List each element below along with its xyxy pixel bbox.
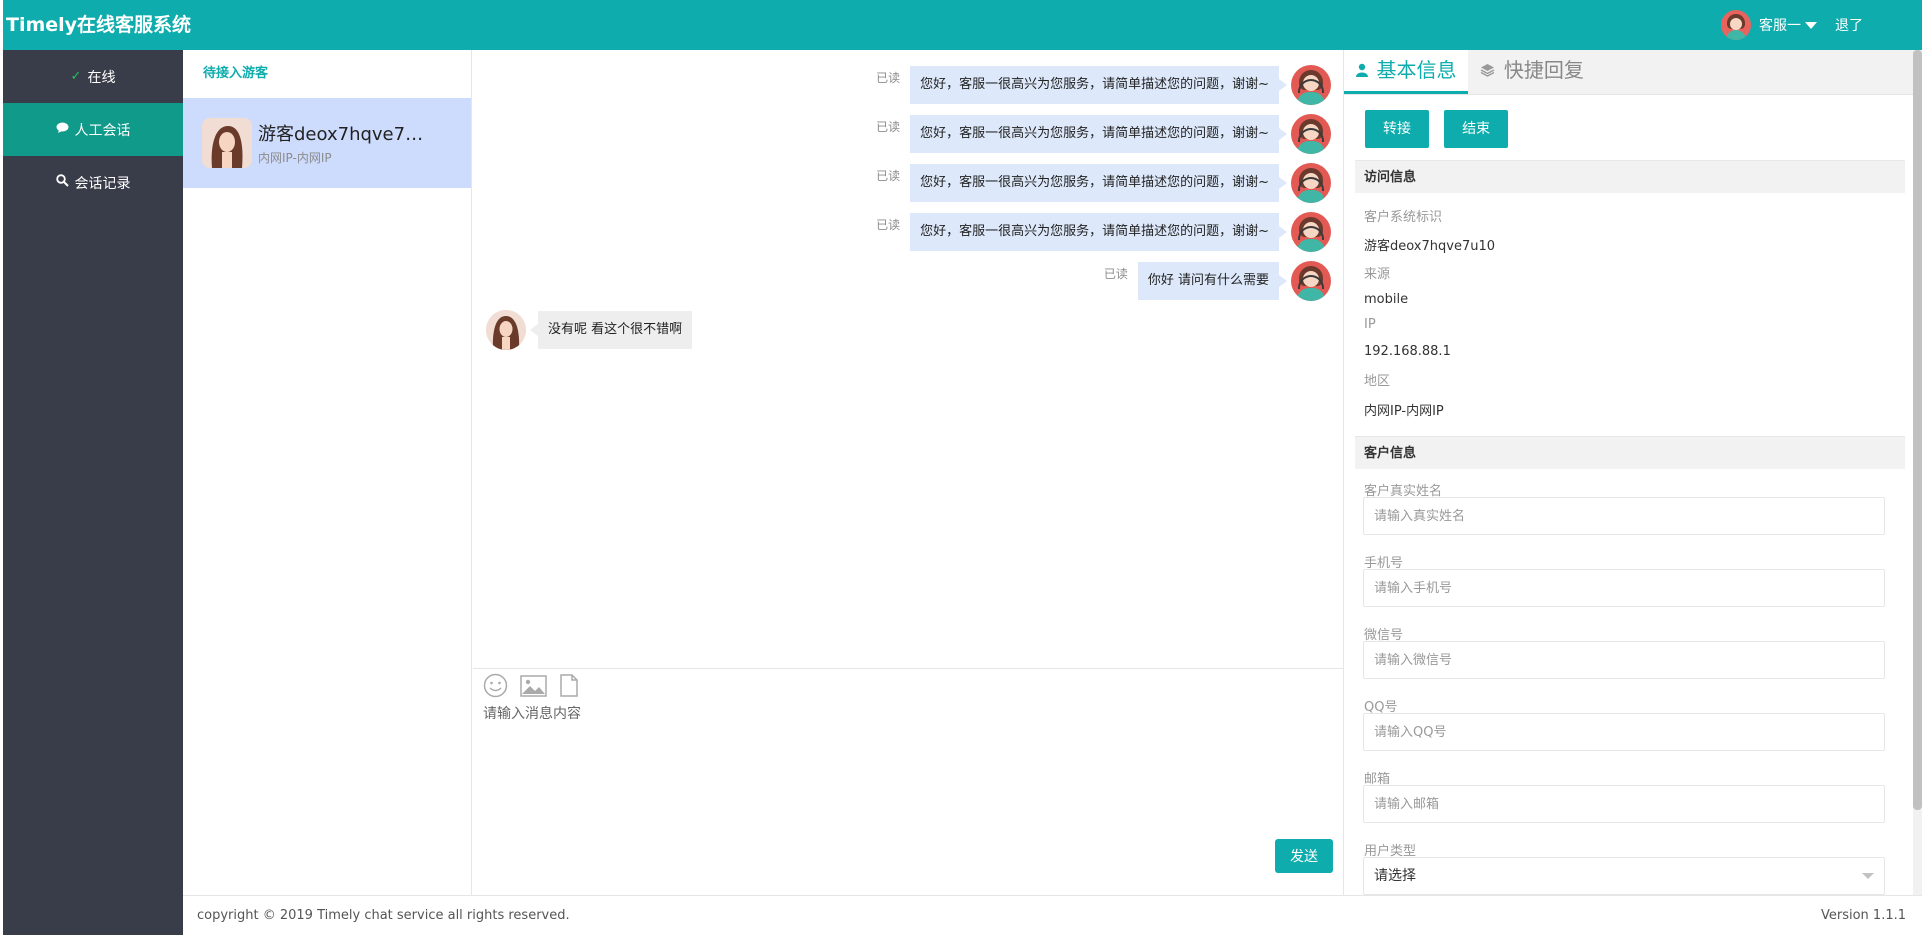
message-composer: 请输入消息内容 发送 [473,668,1343,895]
agent-avatar-icon [1291,114,1331,154]
field-value: mobile [1364,292,1409,307]
visitor-list: 待接入游客 游客deox7hqve7u10 内网IP-内网IP [183,50,472,895]
customer-panel: 基本信息 快捷回复 转接 结束 访问信息 客户系统标识 游客deox7hqve7… [1343,50,1913,895]
chat-messages: 已读 您好，客服一很高兴为您服务，请简单描述您的问题，谢谢~ 已读 您好，客服一… [473,50,1343,668]
user-menu[interactable]: 客服一 退了 [1721,0,1863,50]
wechat-input[interactable] [1363,641,1885,679]
image-icon[interactable] [520,674,547,701]
copyright-text: copyright © 2019 Timely chat service all… [197,908,570,923]
field-label: IP [1364,317,1376,332]
scrollbar-thumb[interactable] [1913,50,1922,810]
field-value: 192.168.88.1 [1364,344,1451,359]
visitor-avatar [202,118,252,168]
message-row: 已读 您好，客服一很高兴为您服务，请简单描述您的问题，谢谢~ [876,163,1331,203]
customer-info-title: 客户信息 [1355,436,1905,469]
agent-avatar-icon [1291,212,1331,252]
check-icon: ✓ [70,69,82,84]
read-status: 已读 [1103,267,1128,281]
layers-icon [1480,64,1499,81]
field-label: 来源 [1364,267,1391,282]
agent-avatar-icon [1291,65,1331,105]
field-label: 客户系统标识 [1364,210,1443,225]
nav-item-label: 在线 [87,69,116,86]
field-label: 地区 [1364,374,1391,389]
transfer-button[interactable]: 转接 [1365,110,1429,148]
panel-tabs: 基本信息 快捷回复 [1344,50,1913,95]
emoji-icon[interactable] [483,673,508,702]
file-icon[interactable] [559,674,579,701]
visitor-avatar [486,310,526,350]
message-row: 已读 您好，客服一很高兴为您服务，请简单描述您的问题，谢谢~ [876,114,1331,154]
real-name-input[interactable] [1363,497,1885,535]
agent-avatar-icon [1721,10,1751,40]
agent-message: 您好，客服一很高兴为您服务，请简单描述您的问题，谢谢~ [910,213,1287,251]
message-input[interactable]: 请输入消息内容 [483,703,581,723]
field-value: 内网IP-内网IP [1364,404,1444,419]
version-text: Version 1.1.1 [1820,908,1906,923]
agent-message: 您好，客服一很高兴为您服务，请简单描述您的问题，谢谢~ [910,115,1287,153]
message-row: 已读 您好，客服一很高兴为您服务，请简单描述您的问题，谢谢~ [876,212,1331,252]
top-header: Timely在线客服系统 客服一 退了 [3,0,1922,50]
agent-avatar-icon [1291,163,1331,203]
sidebar-nav: ✓ 在线 人工会话 会话记录 [3,50,183,935]
field-value: 游客deox7hqve7u10 [1364,239,1496,254]
end-button[interactable]: 结束 [1444,110,1509,148]
agent-avatar-icon [1291,261,1331,301]
visit-info-title: 访问信息 [1355,160,1905,193]
read-status: 已读 [876,169,901,183]
user-icon [1356,63,1372,81]
email-input[interactable] [1363,785,1885,823]
tab-label: 快捷回复 [1503,58,1584,82]
chevron-down-icon [1862,873,1874,879]
tab-basic-info[interactable]: 基本信息 [1344,50,1469,94]
agent-message: 你好 请问有什么需要 [1137,262,1288,300]
tab-quick-reply[interactable]: 快捷回复 [1468,50,1595,94]
visitor-message: 没有呢 看这个很不错啊 [529,311,693,349]
user-name[interactable]: 客服一 [1759,15,1801,35]
select-value: 请选择 [1374,868,1416,884]
read-status: 已读 [876,218,901,232]
read-status: 已读 [876,71,901,85]
nav-item-history[interactable]: 会话记录 [3,156,183,209]
visitor-location: 内网IP-内网IP [258,151,332,165]
visitor-name: 游客deox7hqve7u10 [258,124,426,145]
visitor-item[interactable]: 游客deox7hqve7u10 内网IP-内网IP [183,98,471,188]
visitor-list-title: 待接入游客 [203,66,269,81]
chat-bubble-icon [56,122,69,138]
read-status: 已读 [876,120,901,134]
nav-item-online[interactable]: ✓ 在线 [3,50,183,103]
qq-input[interactable] [1363,713,1885,751]
send-button[interactable]: 发送 [1275,839,1333,873]
tab-label: 基本信息 [1376,58,1457,82]
nav-item-live-chat[interactable]: 人工会话 [3,103,183,156]
message-row: 没有呢 看这个很不错啊 [486,310,693,350]
message-row: 已读 您好，客服一很高兴为您服务，请简单描述您的问题，谢谢~ [876,65,1331,105]
app-logo: Timely在线客服系统 [6,14,192,36]
logout-link[interactable]: 退了 [1835,15,1863,35]
user-type-select[interactable]: 请选择 [1363,857,1885,895]
footer: copyright © 2019 Timely chat service all… [183,895,1922,935]
phone-input[interactable] [1363,569,1885,607]
message-row: 已读 你好 请问有什么需要 [1104,261,1331,301]
nav-item-label: 会话记录 [74,175,131,192]
agent-message: 您好，客服一很高兴为您服务，请简单描述您的问题，谢谢~ [910,66,1287,104]
nav-item-label: 人工会话 [74,122,131,139]
agent-message: 您好，客服一很高兴为您服务，请简单描述您的问题，谢谢~ [910,164,1287,202]
chevron-down-icon[interactable] [1805,21,1817,29]
search-icon [55,174,69,191]
composer-toolbar [483,673,591,702]
